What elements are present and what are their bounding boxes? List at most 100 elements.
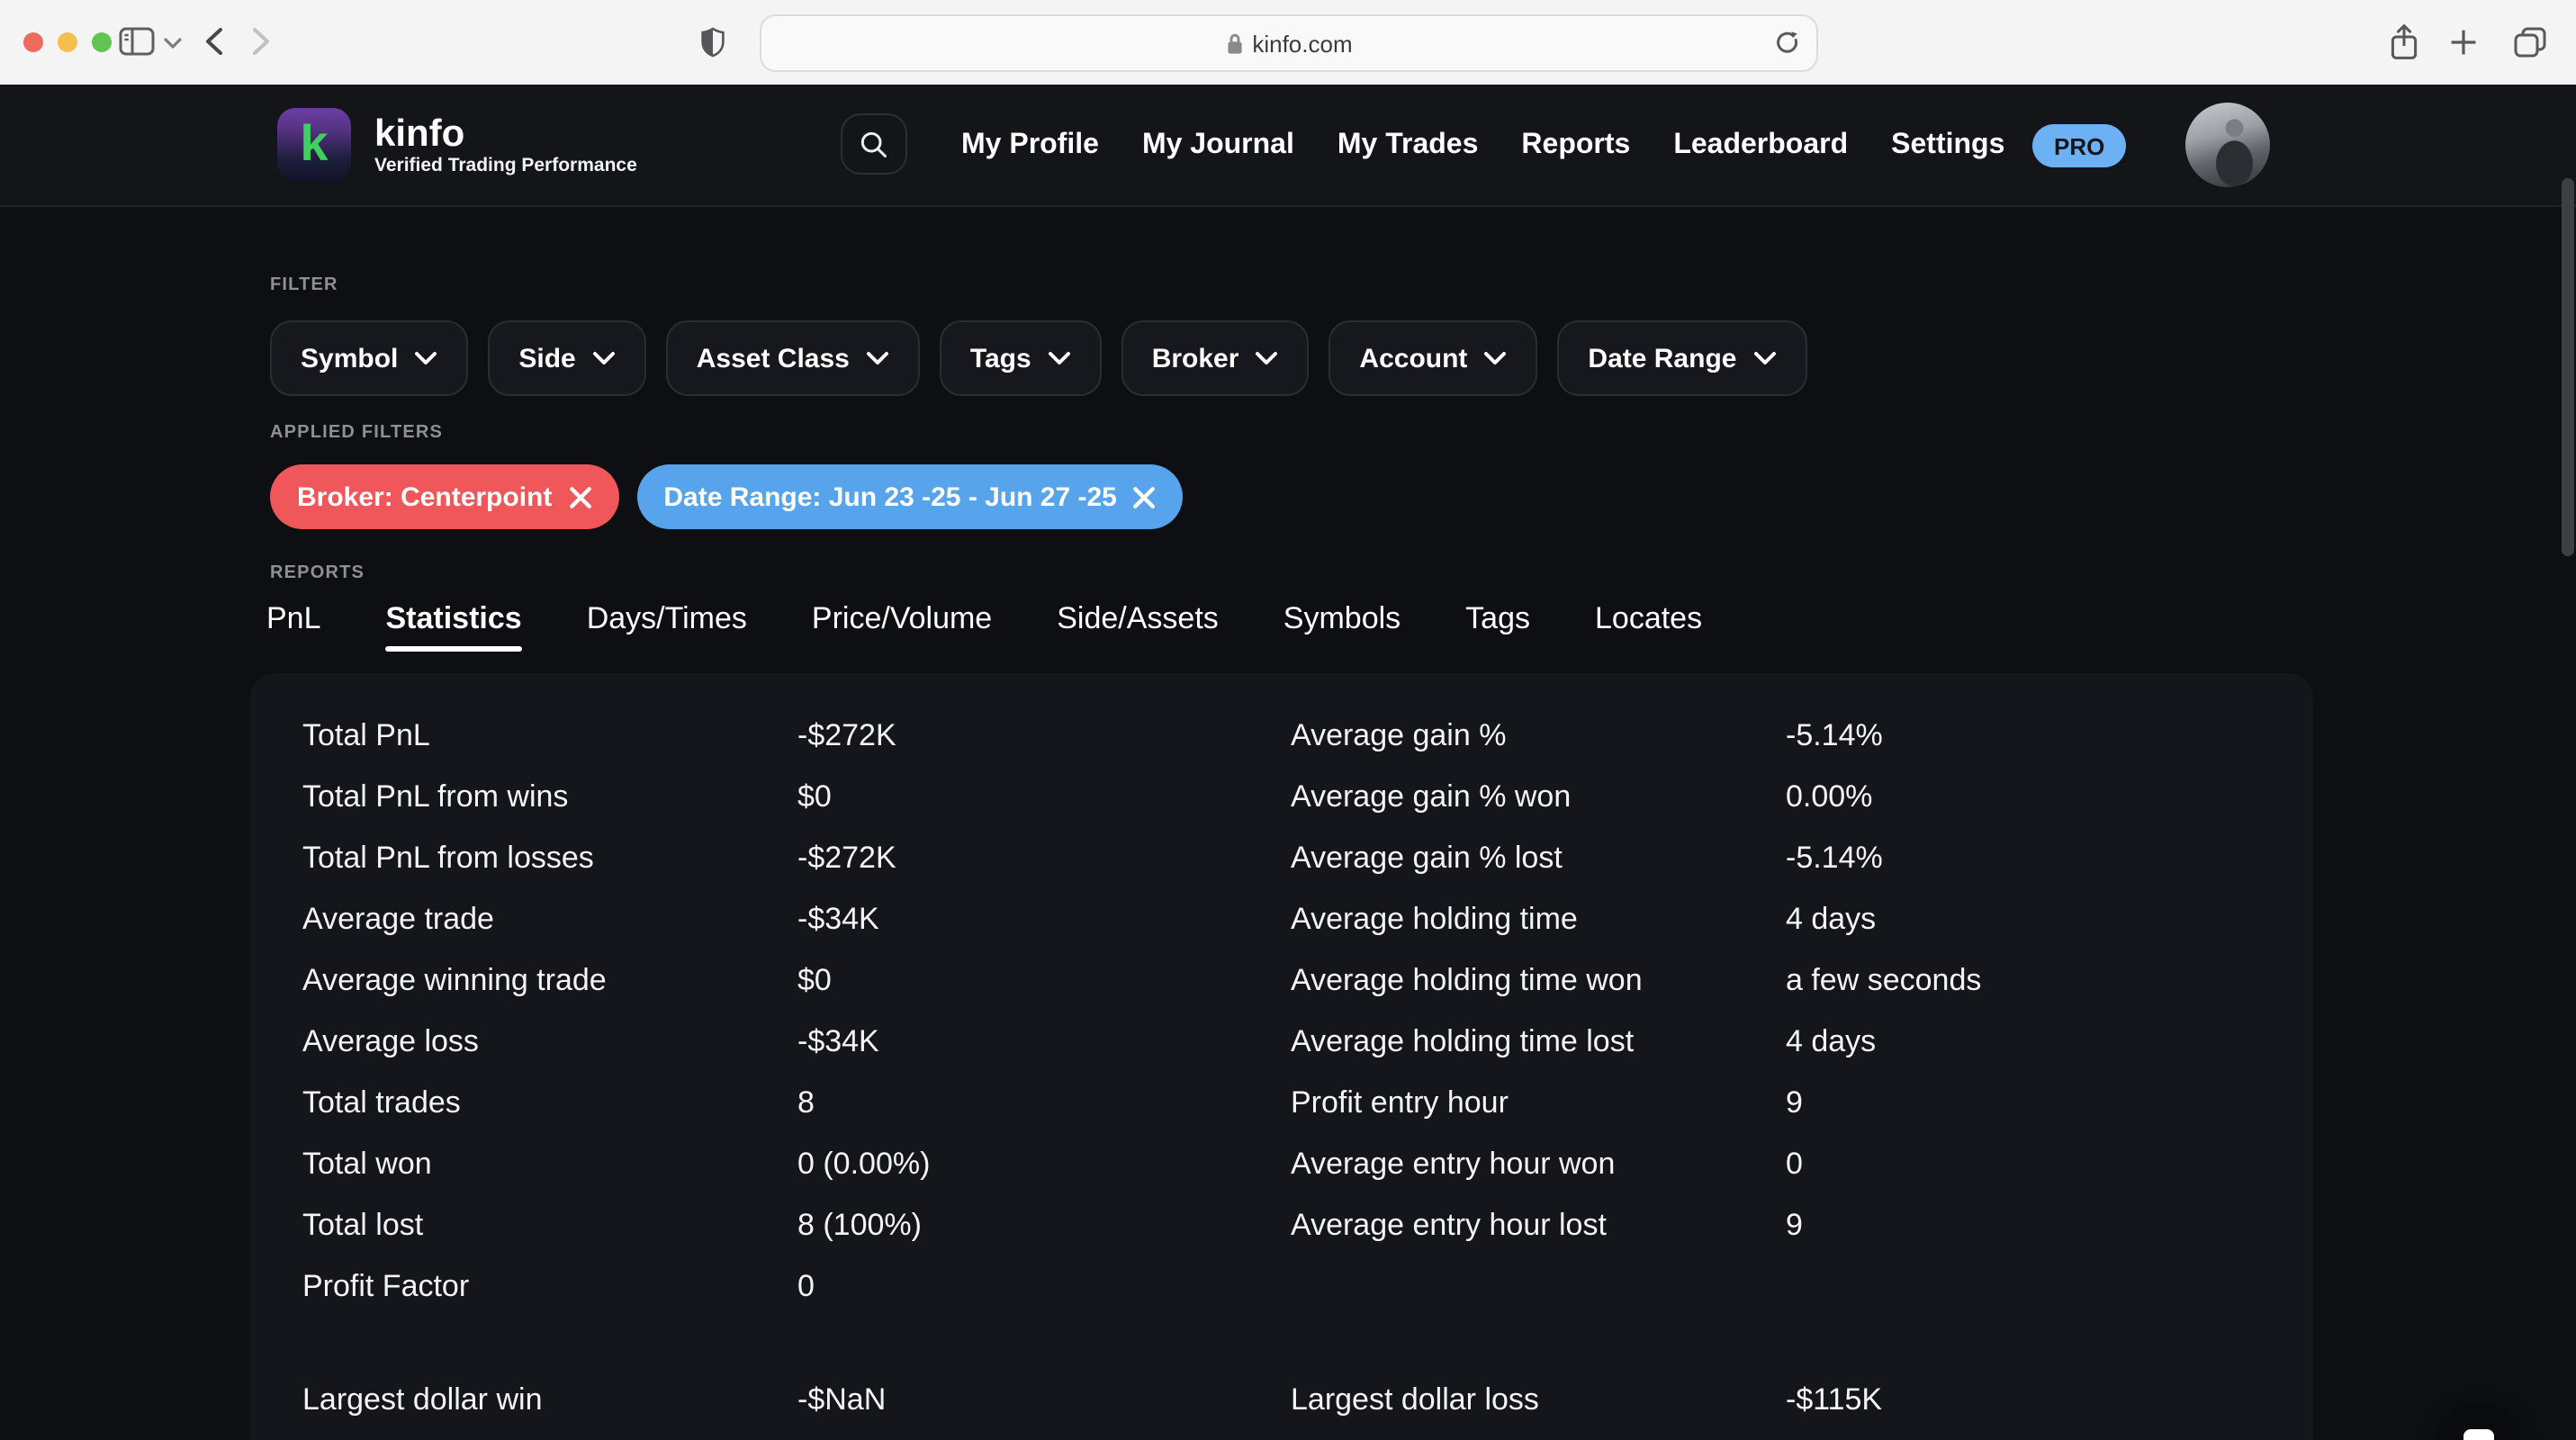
stat-value: -$115K [1786, 1382, 1883, 1417]
stat-label: Total trades [302, 1085, 461, 1120]
stat-row: Average holding time lost 4 days [1291, 1012, 2261, 1073]
applied-filter-pill[interactable]: Broker: Centerpoint [270, 464, 619, 529]
nav-item[interactable]: My Journal [1142, 129, 1294, 161]
nav-item[interactable]: My Trades [1338, 129, 1479, 161]
chat-widget-button[interactable] [2437, 1404, 2520, 1440]
stat-label: Average loss [302, 1024, 479, 1058]
stat-label: Total PnL from wins [302, 779, 569, 814]
sidebar-icon [119, 27, 155, 56]
reload-button[interactable] [1775, 31, 1800, 56]
stat-label: Average gain % won [1291, 779, 1572, 814]
stat-label: Average gain % lost [1291, 841, 1563, 875]
new-tab-button[interactable] [2450, 29, 2477, 56]
address-bar[interactable]: kinfo.com [760, 14, 1818, 72]
share-button[interactable] [2389, 23, 2419, 61]
stat-value: 4 days [1786, 1024, 1877, 1058]
search-icon [860, 130, 887, 157]
nav-item[interactable]: Settings [1891, 129, 2004, 161]
reports-section-label: REPORTS [270, 563, 365, 583]
nav-item[interactable]: Leaderboard [1673, 129, 1848, 161]
report-tab[interactable]: Side/Assets [1057, 601, 1219, 652]
filter-dropdown-label: Account [1359, 343, 1468, 374]
stat-row: Average entry hour won 0 [1291, 1134, 2261, 1195]
stat-value: -$272K [797, 718, 896, 752]
stat-row: Profit Factor 0 [302, 1256, 1273, 1318]
window-close-button[interactable] [23, 32, 43, 52]
stat-value: 8 [797, 1085, 815, 1120]
sidebar-toggle-button[interactable] [119, 27, 155, 56]
stat-row: Total won 0 (0.00%) [302, 1134, 1273, 1195]
window-zoom-button[interactable] [92, 32, 112, 52]
close-icon [569, 486, 591, 508]
stat-label: Profit Factor [302, 1269, 470, 1303]
chevron-down-icon [1256, 352, 1278, 364]
window-minimize-button[interactable] [58, 32, 77, 52]
nav-item[interactable]: My Profile [961, 129, 1099, 161]
stat-row: Average loss -$34K [302, 1012, 1273, 1073]
pro-badge[interactable]: PRO [2032, 124, 2127, 167]
user-avatar[interactable] [2185, 103, 2270, 187]
stat-value: 0 (0.00%) [797, 1147, 931, 1181]
stats-right-column: Average gain % -5.14% Average gain % won… [1291, 706, 2261, 1431]
filter-dropdown[interactable]: Symbol [270, 320, 469, 396]
filter-dropdown[interactable]: Account [1329, 320, 1538, 396]
brand[interactable]: k kinfo Verified Trading Performance [277, 108, 637, 182]
stat-value: $0 [797, 963, 832, 997]
filter-dropdown[interactable]: Asset Class [665, 320, 920, 396]
stat-row: Total PnL from wins $0 [302, 767, 1273, 828]
stats-left-column: Total PnL -$272K Total PnL from wins $0 … [302, 706, 1273, 1431]
remove-filter-button[interactable] [568, 485, 591, 508]
filter-dropdown-label: Tags [969, 343, 1031, 374]
tab-overview-button[interactable] [2513, 27, 2547, 58]
nav-item[interactable]: Reports [1521, 129, 1630, 161]
back-button[interactable] [205, 27, 223, 56]
plus-icon [2451, 30, 2476, 55]
filter-dropdown-label: Symbol [301, 343, 399, 374]
stat-row: Average holding time won a few seconds [1291, 950, 2261, 1012]
remove-filter-button[interactable] [1133, 485, 1157, 508]
report-tab[interactable]: PnL [266, 601, 321, 652]
stat-label: Total lost [302, 1208, 424, 1242]
stat-row: Average gain % -5.14% [1291, 706, 2261, 767]
stat-label: Average entry hour lost [1291, 1208, 1607, 1242]
scrollbar-thumb[interactable] [2562, 178, 2574, 556]
stat-row: Profit entry hour 9 [1291, 1073, 2261, 1134]
statistics-card: Total PnL -$272K Total PnL from wins $0 … [250, 673, 2313, 1440]
stat-label: Total PnL [302, 718, 430, 752]
filter-dropdown[interactable]: Broker [1121, 320, 1310, 396]
tab-overview-icon [2514, 27, 2546, 58]
page-content: k kinfo Verified Trading Performance My … [0, 85, 2576, 1440]
filter-dropdown[interactable]: Date Range [1557, 320, 1807, 396]
stat-row: Average trade -$34K [302, 889, 1273, 950]
search-button[interactable] [841, 113, 907, 175]
stat-row: Average gain % won 0.00% [1291, 767, 2261, 828]
filter-dropdown-label: Side [518, 343, 576, 374]
stat-row: Total PnL from losses -$272K [302, 828, 1273, 889]
privacy-report-button[interactable] [700, 27, 725, 58]
filter-dropdown-row: Symbol Side Asset Class Tags Broker Acco… [270, 320, 2576, 396]
filter-dropdown[interactable]: Side [488, 320, 646, 396]
stat-label: Average trade [302, 902, 494, 936]
report-tab[interactable]: Price/Volume [812, 601, 992, 652]
stat-label: Total won [302, 1147, 432, 1181]
filter-dropdown-label: Date Range [1588, 343, 1737, 374]
report-tab[interactable]: Statistics [385, 601, 522, 652]
sidebar-menu-chevron[interactable] [164, 38, 182, 49]
report-tab[interactable]: Tags [1465, 601, 1530, 652]
report-tab[interactable]: Days/Times [587, 601, 747, 652]
chevron-down-icon [164, 38, 182, 49]
stat-row: Total trades 8 [302, 1073, 1273, 1134]
stat-value: 9 [1786, 1208, 1803, 1242]
stat-value: 4 days [1786, 902, 1877, 936]
applied-filter-pill[interactable]: Date Range: Jun 23 -25 - Jun 27 -25 [636, 464, 1184, 529]
filter-dropdown[interactable]: Tags [939, 320, 1102, 396]
applied-filter-label: Date Range: Jun 23 -25 - Jun 27 -25 [663, 482, 1117, 512]
stat-row: Largest dollar win -$NaN [302, 1370, 1273, 1431]
report-tab[interactable]: Locates [1595, 601, 1702, 652]
filter-section-label: FILTER [270, 275, 338, 295]
report-tabs: PnL Statistics Days/Times Price/Volume S… [266, 601, 2576, 652]
report-tab[interactable]: Symbols [1283, 601, 1401, 652]
forward-button[interactable] [252, 27, 270, 56]
stat-row: Average entry hour lost 9 [1291, 1195, 2261, 1256]
stat-label: Average winning trade [302, 963, 607, 997]
